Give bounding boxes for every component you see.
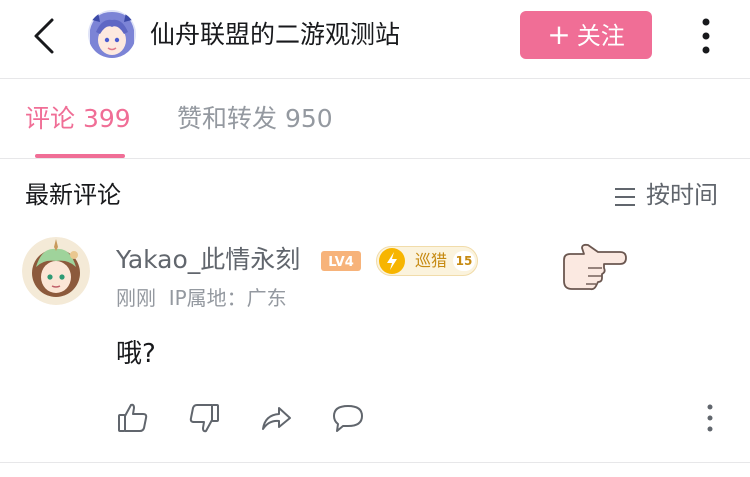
like-button[interactable] xyxy=(116,401,150,435)
plus-icon: + xyxy=(547,18,571,51)
more-vertical-icon xyxy=(707,404,713,432)
comment-more-button[interactable] xyxy=(700,403,720,433)
medal-level: 15 xyxy=(453,251,475,271)
sort-toggle[interactable]: 按时间 xyxy=(614,177,718,213)
page-title: 仙舟联盟的二游观测站 xyxy=(150,20,401,49)
section-title: 最新评论 xyxy=(25,181,121,209)
dislike-button[interactable] xyxy=(187,401,221,435)
level-badge: LV4 xyxy=(320,250,362,272)
account-avatar[interactable] xyxy=(88,10,136,58)
commenter-username[interactable]: Yakao_此情永刻 xyxy=(116,242,300,278)
more-options-button[interactable] xyxy=(692,14,720,58)
reply-button[interactable] xyxy=(331,401,365,435)
comment-meta: 刚刚 IP属地：广东 xyxy=(116,284,287,312)
medal-name: 巡猎 xyxy=(415,251,448,270)
comment-divider xyxy=(0,462,750,463)
chevron-left-icon xyxy=(34,18,54,54)
header-divider xyxy=(0,78,750,79)
tabs-divider xyxy=(0,158,750,159)
thumbs-down-icon xyxy=(189,404,219,433)
tab-likes-reposts[interactable]: 赞和转发 950 xyxy=(177,100,333,138)
follow-label: 关注 xyxy=(576,22,625,50)
comment-text: 哦? xyxy=(116,339,156,369)
sort-lines-icon xyxy=(615,188,635,206)
thumbs-up-icon xyxy=(118,403,148,432)
tab-comments[interactable]: 评论 399 xyxy=(25,100,131,138)
ip-location: IP属地：广东 xyxy=(168,286,287,310)
follow-button[interactable]: + 关注 xyxy=(520,11,652,59)
fan-medal[interactable]: 巡猎 15 xyxy=(376,246,478,276)
level-badge-text: LV4 xyxy=(328,255,354,270)
pointing-hand-icon xyxy=(558,238,630,292)
sort-label: 按时间 xyxy=(646,181,718,209)
comment-time: 刚刚 xyxy=(116,286,156,310)
more-vertical-icon xyxy=(702,18,710,54)
commenter-avatar[interactable] xyxy=(22,237,90,305)
back-button[interactable] xyxy=(30,16,60,56)
lightning-icon xyxy=(379,248,405,274)
share-button[interactable] xyxy=(259,401,293,435)
share-arrow-icon xyxy=(262,407,291,430)
chat-bubble-icon xyxy=(333,405,363,432)
